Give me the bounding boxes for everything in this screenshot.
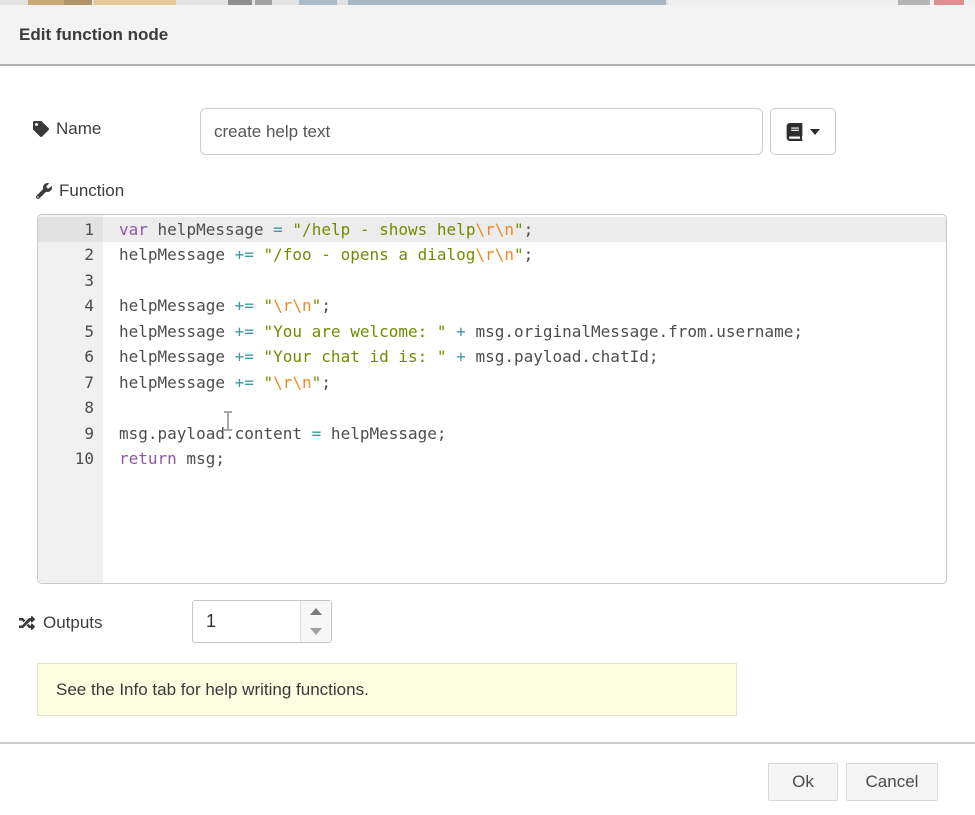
cancel-button[interactable]: Cancel [846, 763, 938, 801]
tag-icon [33, 121, 49, 137]
arrow-down-icon [310, 628, 322, 635]
function-code-editor[interactable]: 12345678910 var helpMessage = "/help - s… [37, 214, 947, 584]
outputs-spinner [192, 600, 332, 643]
name-label: Name [33, 119, 101, 139]
code-line[interactable]: helpMessage += "\r\n"; [103, 293, 946, 318]
ok-button[interactable]: Ok [768, 763, 838, 801]
gutter-line-number: 2 [38, 242, 103, 267]
code-line[interactable]: helpMessage += "You are welcome: " + msg… [103, 319, 946, 344]
gutter-line-number: 8 [38, 395, 103, 420]
code-line[interactable]: msg.payload.content = helpMessage; [103, 421, 946, 446]
code-line[interactable]: helpMessage += "/foo - opens a dialog\r\… [103, 242, 946, 267]
function-label: Function [36, 181, 124, 201]
spinner-buttons [300, 601, 331, 642]
book-icon [786, 123, 803, 141]
caret-down-icon [810, 129, 820, 135]
gutter-line-number: 4 [38, 293, 103, 318]
spinner-down-button[interactable] [301, 622, 331, 643]
outputs-input[interactable] [193, 601, 300, 642]
gutter-line-number: 3 [38, 268, 103, 293]
code-line[interactable]: helpMessage += "Your chat id is: " + msg… [103, 344, 946, 369]
mouse-cursor-ibeam [227, 412, 229, 430]
info-tip-text: See the Info tab for help writing functi… [56, 680, 369, 700]
outputs-label: Outputs [18, 613, 103, 633]
info-tip-box: See the Info tab for help writing functi… [37, 663, 737, 716]
dialog-title: Edit function node [19, 25, 168, 45]
code-line[interactable]: helpMessage += "\r\n"; [103, 370, 946, 395]
editor-code-area[interactable]: var helpMessage = "/help - shows help\r\… [103, 215, 946, 583]
code-line[interactable]: return msg; [103, 446, 946, 471]
gutter-line-number: 9 [38, 421, 103, 446]
gutter-line-number: 1 [38, 217, 103, 242]
code-line[interactable]: var helpMessage = "/help - shows help\r\… [103, 217, 946, 242]
arrow-up-icon [310, 608, 322, 615]
name-input[interactable] [200, 108, 763, 155]
gutter-line-number: 6 [38, 344, 103, 369]
spinner-up-button[interactable] [301, 601, 331, 622]
edit-function-node-dialog: Edit function node Name Function 1234567… [0, 5, 975, 815]
wrench-icon [36, 183, 52, 199]
code-line[interactable] [103, 268, 946, 293]
gutter-line-number: 10 [38, 446, 103, 471]
shuffle-icon [18, 615, 36, 631]
function-label-text: Function [59, 181, 124, 201]
gutter-line-number: 7 [38, 370, 103, 395]
library-button[interactable] [770, 108, 836, 155]
code-line[interactable] [103, 395, 946, 420]
editor-gutter: 12345678910 [38, 215, 103, 583]
gutter-line-number: 5 [38, 319, 103, 344]
dialog-header: Edit function node [0, 5, 975, 66]
footer-divider [0, 742, 975, 744]
outputs-label-text: Outputs [43, 613, 103, 633]
name-label-text: Name [56, 119, 101, 139]
